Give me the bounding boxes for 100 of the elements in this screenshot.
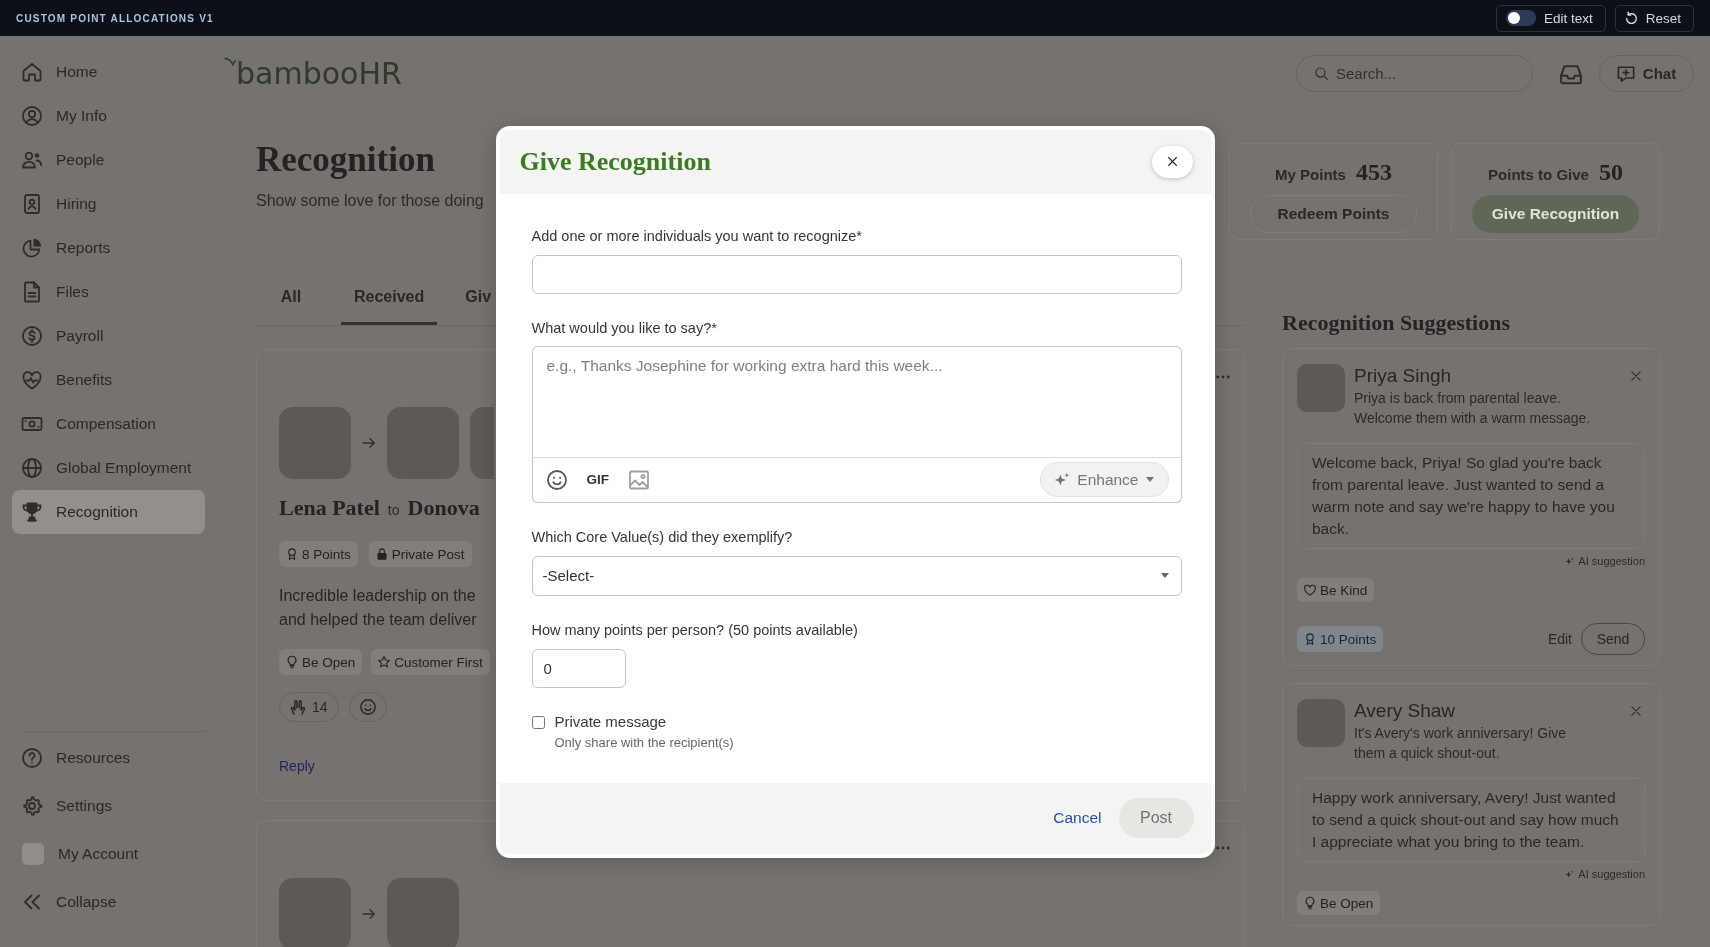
points-value: 453 bbox=[1355, 159, 1392, 186]
sender-name: Lena Patel bbox=[279, 494, 380, 522]
modal-title: Give Recognition bbox=[519, 146, 711, 177]
tab[interactable]: Received bbox=[341, 281, 438, 325]
sidebar-item[interactable]: Resources bbox=[12, 734, 205, 782]
person-name: Priya Singh bbox=[1354, 364, 1453, 388]
section-title: Recognition Suggestions bbox=[1282, 310, 1510, 336]
tag-label: 8 Points bbox=[302, 546, 351, 562]
checkbox-label: Private message bbox=[554, 711, 668, 732]
avatar-placeholder bbox=[22, 843, 44, 865]
give-recognition-button[interactable]: Give Recognition bbox=[1472, 195, 1639, 233]
field-label: Which Core Value(s) did they exemplify? bbox=[531, 527, 793, 547]
gif-button[interactable]: GIF bbox=[586, 472, 609, 487]
person-name: Avery Shaw bbox=[1354, 699, 1457, 723]
field-label: What would you like to say?* bbox=[531, 318, 717, 338]
input-field[interactable] bbox=[531, 254, 1182, 294]
select-field[interactable]: -Select- bbox=[531, 555, 1182, 596]
reply-link[interactable]: Reply bbox=[279, 756, 315, 776]
reset-button[interactable]: Reset bbox=[1614, 4, 1694, 32]
award-icon bbox=[286, 548, 298, 560]
app-title: CUSTOM POINT ALLOCATIONS V1 bbox=[16, 12, 214, 24]
smiley-icon bbox=[359, 699, 376, 715]
field-label: Add one or more individuals you want to recognize* bbox=[531, 226, 862, 246]
tag-label: 10 Points bbox=[1320, 631, 1377, 647]
arrow-right-icon bbox=[362, 907, 376, 921]
caret-icon bbox=[1145, 477, 1154, 482]
points-value: 50 bbox=[1598, 159, 1623, 186]
sidebar-item[interactable]: Payroll bbox=[12, 314, 205, 358]
close-icon bbox=[1166, 156, 1178, 167]
close-icon[interactable] bbox=[1630, 705, 1642, 717]
sidebar-item[interactable]: Recognition bbox=[12, 490, 205, 534]
sidebar-item[interactable]: Compensation bbox=[12, 402, 205, 446]
heart-pulse-icon bbox=[22, 370, 42, 390]
user-circle-icon bbox=[22, 106, 42, 126]
more-icon[interactable] bbox=[1216, 375, 1230, 379]
sidebar-item[interactable]: My Account bbox=[12, 830, 205, 878]
sparkle-icon bbox=[1054, 471, 1071, 488]
dollar-coin-icon bbox=[22, 326, 42, 346]
sidebar-item[interactable]: My Info bbox=[12, 94, 205, 138]
suggested-message: Happy work anniversary, Avery! Just wanted to send a quick shout-out and say how much I appreciate what you bring to the team. bbox=[1297, 778, 1645, 862]
help-icon bbox=[22, 748, 42, 768]
refresh-icon bbox=[1624, 11, 1638, 25]
sidebar-item[interactable]: Settings bbox=[12, 782, 205, 830]
connector-text: to bbox=[387, 502, 400, 518]
sidebar-item[interactable]: Home bbox=[12, 50, 205, 94]
sparkle-icon bbox=[1565, 556, 1575, 566]
id-badge-icon bbox=[22, 194, 42, 214]
lightbulb-icon bbox=[286, 656, 298, 668]
image-icon[interactable] bbox=[629, 469, 649, 490]
sparkle-icon bbox=[1565, 869, 1575, 879]
banknote-icon bbox=[22, 414, 42, 434]
people-icon bbox=[22, 150, 42, 170]
points-label: Points to Give bbox=[1488, 166, 1589, 183]
emoji-icon[interactable] bbox=[546, 469, 567, 490]
tag-label: Be Open bbox=[1320, 895, 1374, 911]
edit-button[interactable]: Edit bbox=[1547, 631, 1572, 647]
double-chevron-icon bbox=[22, 892, 42, 912]
suggested-message: Welcome back, Priya! So glad you're back from parental leave. Just wanted to send a warm note and say we're happy to have you back. bbox=[1297, 443, 1645, 549]
logo-wordmark: bambooHR bbox=[236, 55, 402, 92]
checkbox[interactable] bbox=[531, 715, 545, 729]
field-label: How many points per person? (50 points available) bbox=[531, 620, 858, 640]
award-icon bbox=[1304, 633, 1316, 645]
arrow-right-icon bbox=[362, 436, 376, 450]
inbox-icon[interactable] bbox=[1559, 62, 1583, 85]
sidebar-item[interactable]: Benefits bbox=[12, 358, 205, 402]
pie-chart-icon bbox=[22, 238, 42, 258]
avatar-placeholder bbox=[1297, 364, 1345, 412]
lock-icon bbox=[375, 548, 388, 560]
tab[interactable]: Giv bbox=[452, 281, 505, 325]
sidebar-item[interactable]: Files bbox=[12, 270, 205, 314]
suggestion-reason: It's Avery's work anniversary! Give them a quick shout-out. bbox=[1354, 724, 1568, 763]
sidebar-item[interactable]: Global Employment bbox=[12, 446, 205, 490]
caret-icon bbox=[1160, 573, 1169, 578]
tag-label: Be Open bbox=[302, 654, 356, 670]
message-field[interactable]: e.g., Thanks Josephine for working extra hard this week... bbox=[531, 345, 1182, 457]
hands-icon bbox=[290, 699, 306, 715]
star-icon bbox=[378, 656, 391, 668]
tag-label: Be Kind bbox=[1320, 582, 1368, 598]
avatar-placeholder bbox=[1297, 699, 1345, 747]
sidebar-item[interactable]: People bbox=[12, 138, 205, 182]
close-icon[interactable] bbox=[1630, 370, 1642, 382]
home-icon bbox=[22, 62, 42, 82]
sidebar-item[interactable]: Reports bbox=[12, 226, 205, 270]
cancel-link[interactable]: Cancel bbox=[1053, 809, 1102, 827]
sidebar-item[interactable]: Hiring bbox=[12, 182, 205, 226]
tab[interactable]: All bbox=[256, 281, 326, 325]
edit-text-toggle[interactable]: Edit text bbox=[1495, 4, 1606, 32]
chat-icon bbox=[1616, 64, 1635, 83]
close-button[interactable] bbox=[1151, 145, 1193, 178]
file-icon bbox=[22, 282, 42, 302]
number-field[interactable]: 0 bbox=[531, 648, 626, 688]
ai-suggestion-label: AI suggestion bbox=[1578, 868, 1645, 880]
points-label: My Points bbox=[1275, 166, 1346, 183]
heart-icon bbox=[1304, 584, 1316, 596]
tag-label: Private Post bbox=[391, 546, 465, 562]
more-icon[interactable] bbox=[1216, 846, 1230, 850]
avatar-placeholder bbox=[387, 407, 459, 479]
ai-suggestion-label: AI suggestion bbox=[1578, 555, 1645, 567]
sidebar-item[interactable]: Collapse bbox=[12, 878, 205, 926]
search-icon bbox=[1315, 67, 1328, 80]
